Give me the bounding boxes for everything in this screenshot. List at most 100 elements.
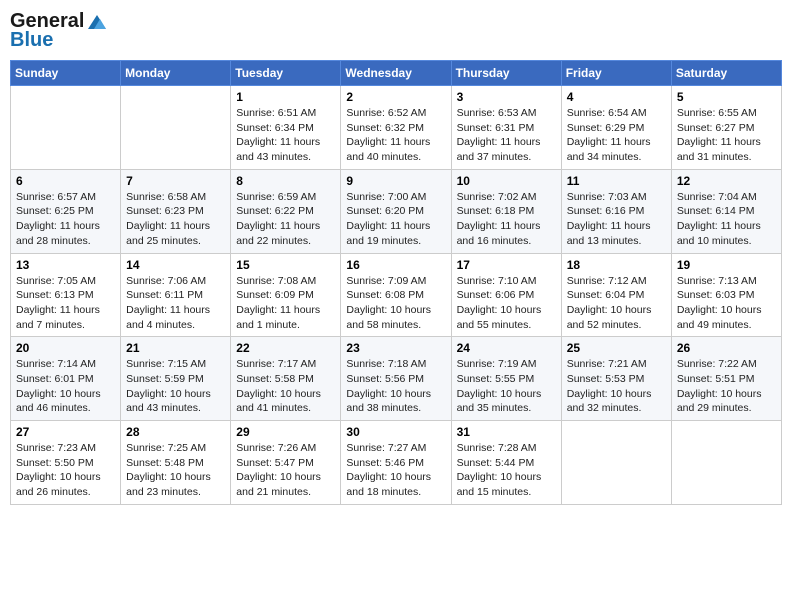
day-info: Sunrise: 7:22 AM Sunset: 5:51 PM Dayligh… [677,357,776,416]
day-info: Sunrise: 7:05 AM Sunset: 6:13 PM Dayligh… [16,274,115,333]
calendar-cell: 22 Sunrise: 7:17 AM Sunset: 5:58 PM Dayli… [231,337,341,421]
col-header-friday: Friday [561,61,671,86]
day-number: 26 [677,341,776,355]
day-info: Sunrise: 6:55 AM Sunset: 6:27 PM Dayligh… [677,106,776,165]
day-number: 22 [236,341,335,355]
calendar-cell [561,421,671,505]
calendar-cell: 31Sunrise: 7:28 AM Sunset: 5:44 PM Dayli… [451,421,561,505]
day-info: Sunrise: 7:14 AM Sunset: 6:01 PM Dayligh… [16,357,115,416]
day-number: 6 [16,174,115,188]
day-info: Sunrise: 7:03 AM Sunset: 6:16 PM Dayligh… [567,190,666,249]
day-number: 17 [457,258,556,272]
calendar-cell: 15 Sunrise: 7:08 AM Sunset: 6:09 PM Dayli… [231,253,341,337]
calendar-week-5: 27Sunrise: 7:23 AM Sunset: 5:50 PM Dayli… [11,421,782,505]
day-info: Sunrise: 7:09 AM Sunset: 6:08 PM Dayligh… [346,274,445,333]
day-number: 28 [126,425,225,439]
calendar-cell: 6 Sunrise: 6:57 AM Sunset: 6:25 PM Daylig… [11,169,121,253]
day-number: 18 [567,258,666,272]
calendar-cell: 17 Sunrise: 7:10 AM Sunset: 6:06 PM Dayli… [451,253,561,337]
calendar-cell: 24 Sunrise: 7:19 AM Sunset: 5:55 PM Dayli… [451,337,561,421]
calendar-cell: 29 Sunrise: 7:26 AM Sunset: 5:47 PM Dayli… [231,421,341,505]
calendar-cell: 23 Sunrise: 7:18 AM Sunset: 5:56 PM Dayli… [341,337,451,421]
calendar-table: SundayMondayTuesdayWednesdayThursdayFrid… [10,60,782,505]
logo-blue-text: Blue [10,29,53,52]
day-info: Sunrise: 7:02 AM Sunset: 6:18 PM Dayligh… [457,190,556,249]
day-info: Sunrise: 6:59 AM Sunset: 6:22 PM Dayligh… [236,190,335,249]
day-info: Sunrise: 6:51 AM Sunset: 6:34 PM Dayligh… [236,106,335,165]
day-number: 31 [457,425,556,439]
day-number: 30 [346,425,445,439]
calendar-cell: 26 Sunrise: 7:22 AM Sunset: 5:51 PM Dayli… [671,337,781,421]
day-number: 7 [126,174,225,188]
day-info: Sunrise: 7:15 AM Sunset: 5:59 PM Dayligh… [126,357,225,416]
day-info: Sunrise: 7:12 AM Sunset: 6:04 PM Dayligh… [567,274,666,333]
day-number: 19 [677,258,776,272]
calendar-cell: 2 Sunrise: 6:52 AM Sunset: 6:32 PM Daylig… [341,86,451,170]
calendar-cell: 16 Sunrise: 7:09 AM Sunset: 6:08 PM Dayli… [341,253,451,337]
calendar-cell: 20Sunrise: 7:14 AM Sunset: 6:01 PM Dayli… [11,337,121,421]
calendar-cell: 5 Sunrise: 6:55 AM Sunset: 6:27 PM Daylig… [671,86,781,170]
calendar-week-4: 20Sunrise: 7:14 AM Sunset: 6:01 PM Dayli… [11,337,782,421]
calendar-cell: 10 Sunrise: 7:02 AM Sunset: 6:18 PM Dayli… [451,169,561,253]
calendar-cell [121,86,231,170]
calendar-cell: 13Sunrise: 7:05 AM Sunset: 6:13 PM Dayli… [11,253,121,337]
calendar-cell: 8 Sunrise: 6:59 AM Sunset: 6:22 PM Daylig… [231,169,341,253]
day-info: Sunrise: 6:52 AM Sunset: 6:32 PM Dayligh… [346,106,445,165]
col-header-tuesday: Tuesday [231,61,341,86]
day-number: 10 [457,174,556,188]
day-info: Sunrise: 7:06 AM Sunset: 6:11 PM Dayligh… [126,274,225,333]
day-info: Sunrise: 7:19 AM Sunset: 5:55 PM Dayligh… [457,357,556,416]
calendar-cell: 12 Sunrise: 7:04 AM Sunset: 6:14 PM Dayli… [671,169,781,253]
day-number: 15 [236,258,335,272]
day-info: Sunrise: 6:57 AM Sunset: 6:25 PM Dayligh… [16,190,115,249]
day-number: 9 [346,174,445,188]
day-info: Sunrise: 7:08 AM Sunset: 6:09 PM Dayligh… [236,274,335,333]
day-info: Sunrise: 7:17 AM Sunset: 5:58 PM Dayligh… [236,357,335,416]
day-number: 4 [567,90,666,104]
calendar-cell [671,421,781,505]
calendar-cell: 11 Sunrise: 7:03 AM Sunset: 6:16 PM Dayli… [561,169,671,253]
day-number: 11 [567,174,666,188]
logo-icon [86,13,108,31]
calendar-cell: 1 Sunrise: 6:51 AM Sunset: 6:34 PM Daylig… [231,86,341,170]
calendar-cell: 14Sunrise: 7:06 AM Sunset: 6:11 PM Dayli… [121,253,231,337]
day-number: 5 [677,90,776,104]
day-number: 2 [346,90,445,104]
day-info: Sunrise: 7:26 AM Sunset: 5:47 PM Dayligh… [236,441,335,500]
page-header: General Blue [10,10,782,52]
day-info: Sunrise: 7:10 AM Sunset: 6:06 PM Dayligh… [457,274,556,333]
day-number: 23 [346,341,445,355]
day-number: 16 [346,258,445,272]
calendar-cell: 21 Sunrise: 7:15 AM Sunset: 5:59 PM Dayli… [121,337,231,421]
day-info: Sunrise: 7:13 AM Sunset: 6:03 PM Dayligh… [677,274,776,333]
calendar-header-row: SundayMondayTuesdayWednesdayThursdayFrid… [11,61,782,86]
day-number: 24 [457,341,556,355]
calendar-cell: 18 Sunrise: 7:12 AM Sunset: 6:04 PM Dayli… [561,253,671,337]
day-number: 8 [236,174,335,188]
day-number: 12 [677,174,776,188]
day-number: 29 [236,425,335,439]
calendar-cell: 4 Sunrise: 6:54 AM Sunset: 6:29 PM Daylig… [561,86,671,170]
calendar-cell: 27Sunrise: 7:23 AM Sunset: 5:50 PM Dayli… [11,421,121,505]
calendar-cell: 25Sunrise: 7:21 AM Sunset: 5:53 PM Dayli… [561,337,671,421]
col-header-sunday: Sunday [11,61,121,86]
day-info: Sunrise: 6:58 AM Sunset: 6:23 PM Dayligh… [126,190,225,249]
calendar-week-1: 1 Sunrise: 6:51 AM Sunset: 6:34 PM Daylig… [11,86,782,170]
calendar-cell [11,86,121,170]
day-info: Sunrise: 6:53 AM Sunset: 6:31 PM Dayligh… [457,106,556,165]
calendar-week-2: 6 Sunrise: 6:57 AM Sunset: 6:25 PM Daylig… [11,169,782,253]
day-info: Sunrise: 7:23 AM Sunset: 5:50 PM Dayligh… [16,441,115,500]
calendar-cell: 28Sunrise: 7:25 AM Sunset: 5:48 PM Dayli… [121,421,231,505]
day-info: Sunrise: 6:54 AM Sunset: 6:29 PM Dayligh… [567,106,666,165]
col-header-saturday: Saturday [671,61,781,86]
col-header-thursday: Thursday [451,61,561,86]
day-info: Sunrise: 7:04 AM Sunset: 6:14 PM Dayligh… [677,190,776,249]
logo: General Blue [10,10,110,52]
day-number: 21 [126,341,225,355]
day-number: 1 [236,90,335,104]
day-info: Sunrise: 7:27 AM Sunset: 5:46 PM Dayligh… [346,441,445,500]
calendar-cell: 3Sunrise: 6:53 AM Sunset: 6:31 PM Daylig… [451,86,561,170]
calendar-cell: 30 Sunrise: 7:27 AM Sunset: 5:46 PM Dayli… [341,421,451,505]
day-info: Sunrise: 7:18 AM Sunset: 5:56 PM Dayligh… [346,357,445,416]
day-info: Sunrise: 7:00 AM Sunset: 6:20 PM Dayligh… [346,190,445,249]
